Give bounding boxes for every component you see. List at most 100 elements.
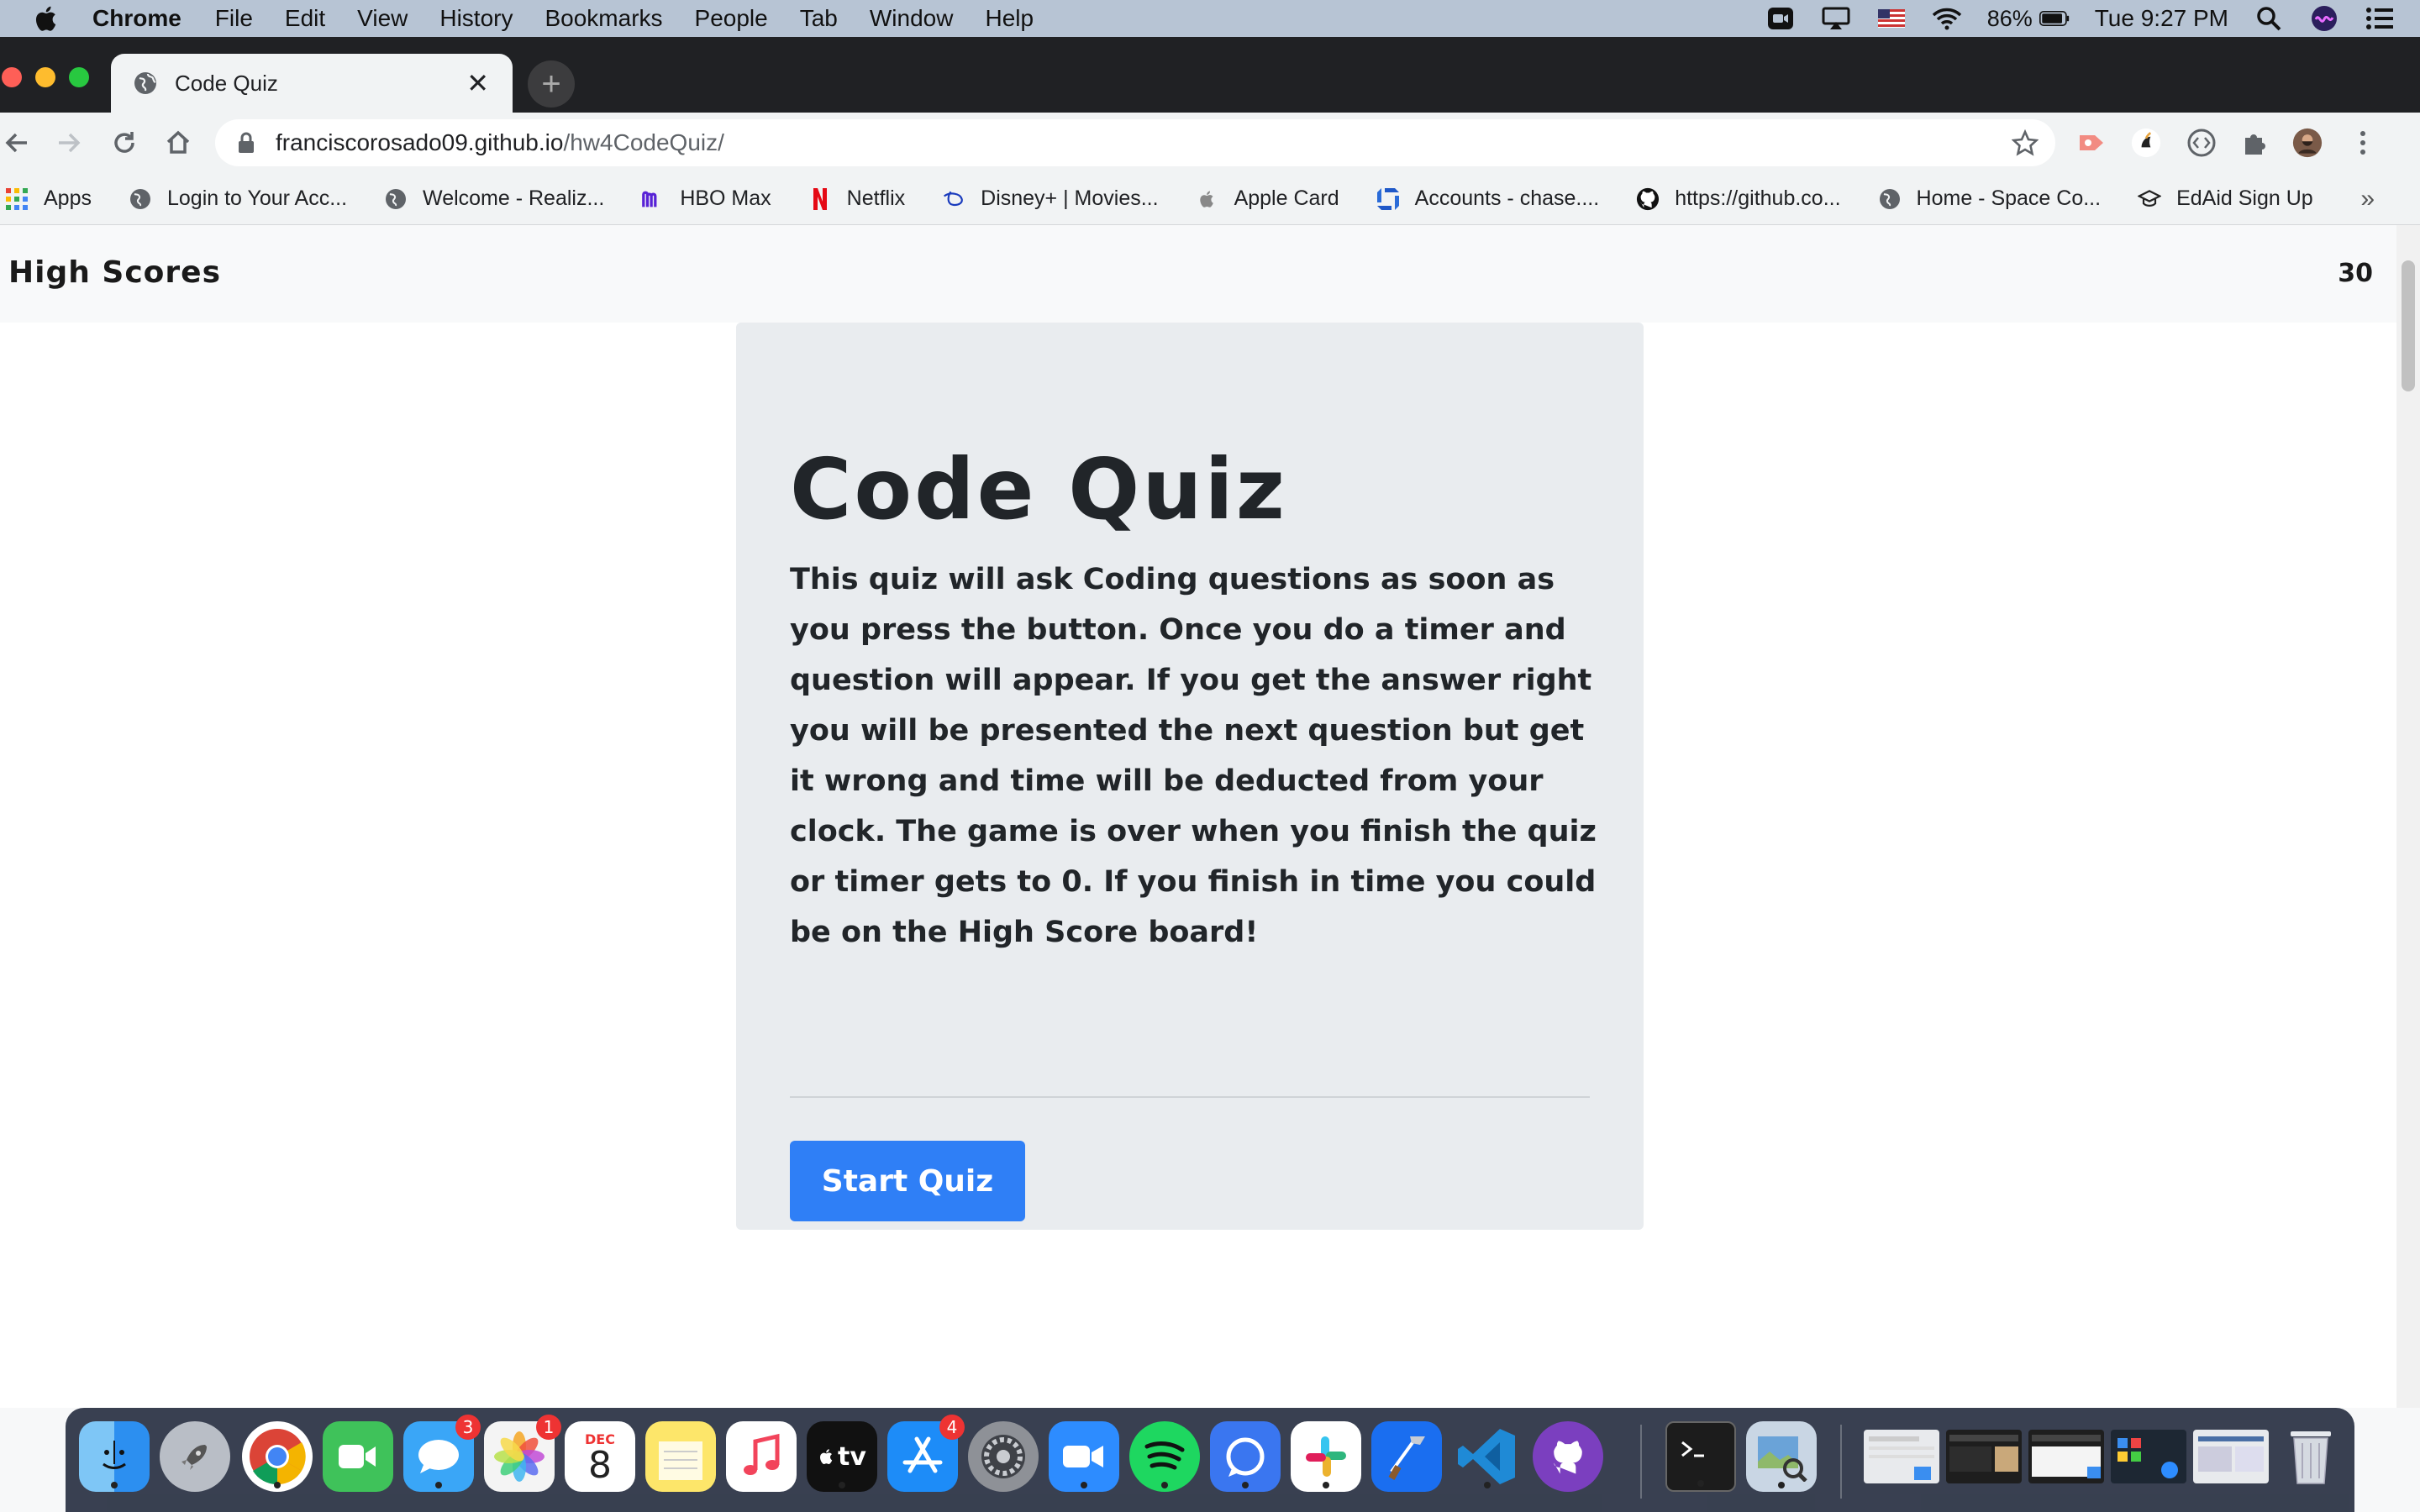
extensions-puzzle-icon[interactable] bbox=[2238, 128, 2269, 158]
vscode-icon[interactable] bbox=[1452, 1421, 1523, 1492]
graduation-cap-icon bbox=[2138, 187, 2162, 211]
battery-icon[interactable] bbox=[2039, 6, 2070, 31]
terminal-icon[interactable] bbox=[1665, 1421, 1736, 1492]
minimized-window-thumbnail[interactable] bbox=[2111, 1430, 2186, 1483]
menu-window[interactable]: Window bbox=[870, 5, 954, 32]
forward-arrow-icon[interactable] bbox=[54, 128, 84, 158]
page-scrollbar[interactable] bbox=[2396, 225, 2420, 1408]
menubar-app-name[interactable]: Chrome bbox=[92, 5, 182, 32]
extension-honey-icon[interactable] bbox=[2131, 128, 2161, 158]
lock-icon[interactable] bbox=[237, 132, 255, 154]
bookmark-github[interactable]: https://github.co... bbox=[1636, 186, 1841, 211]
window-close-button[interactable] bbox=[2, 67, 22, 87]
bookmark-label: Welcome - Realiz... bbox=[423, 186, 605, 210]
back-arrow-icon[interactable] bbox=[2, 128, 32, 158]
running-indicator bbox=[1323, 1482, 1329, 1488]
bookmark-space-co[interactable]: Home - Space Co... bbox=[1878, 186, 2102, 211]
bookmark-chase[interactable]: Accounts - chase.... bbox=[1376, 186, 1600, 211]
launchpad-rocket-icon[interactable] bbox=[160, 1421, 230, 1492]
preview-icon[interactable] bbox=[1746, 1421, 1817, 1492]
spotify-icon[interactable] bbox=[1129, 1421, 1200, 1492]
bookmark-welcome-realiz[interactable]: Welcome - Realiz... bbox=[384, 186, 604, 211]
bookmark-hbo-max[interactable]: HBO Max bbox=[641, 186, 771, 211]
extension-cast-icon[interactable] bbox=[2077, 128, 2107, 158]
wifi-icon[interactable] bbox=[1932, 6, 1962, 31]
minimized-window-thumbnail[interactable] bbox=[1864, 1430, 1939, 1483]
bookmark-disney-plus[interactable]: Disney+ | Movies... bbox=[942, 186, 1159, 211]
bookmark-apple-card[interactable]: Apple Card bbox=[1196, 186, 1339, 211]
menu-file[interactable]: File bbox=[215, 5, 253, 32]
profile-avatar[interactable] bbox=[2292, 128, 2323, 158]
finder-icon[interactable] bbox=[79, 1421, 150, 1492]
bookmark-label: HBO Max bbox=[680, 186, 771, 210]
bookmark-netflix[interactable]: Netflix bbox=[808, 186, 905, 211]
messages-icon[interactable]: 3 bbox=[403, 1415, 481, 1492]
bookmark-login[interactable]: Login to Your Acc... bbox=[129, 186, 347, 211]
photos-icon[interactable]: 1 bbox=[484, 1415, 561, 1492]
system-preferences-gear-icon[interactable] bbox=[968, 1421, 1039, 1492]
menu-bookmarks[interactable]: Bookmarks bbox=[544, 5, 662, 32]
tab-close-icon[interactable]: ✕ bbox=[466, 70, 489, 97]
tab-code-quiz[interactable]: Code Quiz ✕ bbox=[111, 54, 513, 113]
running-indicator bbox=[839, 1482, 845, 1488]
slack-icon[interactable] bbox=[1291, 1421, 1361, 1492]
github-icon bbox=[1636, 187, 1660, 211]
bookmark-label: Accounts - chase.... bbox=[1414, 186, 1600, 210]
facetime-icon[interactable] bbox=[323, 1421, 393, 1492]
bookmark-label: Disney+ | Movies... bbox=[981, 186, 1159, 210]
video-camera-icon[interactable] bbox=[1765, 6, 1796, 31]
netflix-icon bbox=[808, 187, 832, 211]
apple-menu-icon[interactable] bbox=[32, 3, 62, 34]
minimized-window-thumbnail[interactable] bbox=[1946, 1430, 2022, 1483]
minimized-window-thumbnail[interactable] bbox=[2193, 1430, 2269, 1483]
menu-edit[interactable]: Edit bbox=[285, 5, 325, 32]
bookmark-edaid[interactable]: EdAid Sign Up bbox=[2138, 186, 2313, 211]
calendar-icon[interactable]: DEC 8 bbox=[565, 1421, 635, 1492]
menu-tab[interactable]: Tab bbox=[800, 5, 838, 32]
us-flag-icon[interactable] bbox=[1876, 6, 1907, 31]
signal-icon[interactable] bbox=[1210, 1421, 1281, 1492]
appstore-badge: 4 bbox=[939, 1415, 965, 1440]
music-icon[interactable] bbox=[726, 1421, 797, 1492]
notification-center-icon[interactable] bbox=[2365, 6, 2395, 31]
menu-people[interactable]: People bbox=[695, 5, 768, 32]
app-store-icon[interactable]: 4 bbox=[887, 1415, 965, 1492]
chrome-menu-icon[interactable] bbox=[2348, 128, 2378, 158]
home-icon[interactable] bbox=[163, 128, 193, 158]
running-indicator bbox=[274, 1482, 281, 1488]
site-navbar: High Scores 30 bbox=[0, 225, 2396, 323]
new-tab-button[interactable]: + bbox=[528, 60, 575, 108]
bookmark-star-icon[interactable] bbox=[2012, 129, 2039, 156]
dock-separator bbox=[1840, 1425, 1842, 1499]
xcode-hammer-icon[interactable] bbox=[1371, 1421, 1442, 1492]
window-minimize-button[interactable] bbox=[35, 67, 55, 87]
apple-tv-icon[interactable]: tv bbox=[807, 1421, 877, 1492]
extension-code-icon[interactable] bbox=[2186, 128, 2217, 158]
minimized-window-thumbnail[interactable] bbox=[2028, 1430, 2104, 1483]
macos-menubar: Chrome File Edit View History Bookmarks … bbox=[0, 0, 2420, 37]
reload-icon[interactable] bbox=[109, 128, 139, 158]
bookmark-apps[interactable]: Apps bbox=[5, 186, 92, 211]
spotlight-search-icon[interactable] bbox=[2254, 6, 2284, 31]
address-bar[interactable]: franciscorosado09.github.io /hw4CodeQuiz… bbox=[215, 119, 2055, 166]
github-desktop-icon[interactable] bbox=[1533, 1421, 1603, 1492]
start-quiz-button[interactable]: Start Quiz bbox=[790, 1141, 1025, 1221]
menu-history[interactable]: History bbox=[439, 5, 513, 32]
siri-icon[interactable] bbox=[2309, 6, 2339, 31]
window-zoom-button[interactable] bbox=[69, 67, 89, 87]
google-chrome-icon[interactable] bbox=[242, 1421, 313, 1492]
menubar-clock[interactable]: Tue 9:27 PM bbox=[2095, 5, 2228, 32]
notes-icon[interactable] bbox=[645, 1421, 716, 1492]
scrollbar-thumb[interactable] bbox=[2402, 260, 2415, 391]
disney-plus-icon bbox=[942, 187, 965, 211]
bookmark-label: Home - Space Co... bbox=[1916, 186, 2102, 210]
menu-view[interactable]: View bbox=[357, 5, 408, 32]
high-scores-link[interactable]: High Scores bbox=[8, 255, 221, 290]
menu-help[interactable]: Help bbox=[985, 5, 1034, 32]
trash-icon[interactable] bbox=[2275, 1421, 2346, 1492]
globe-icon bbox=[1878, 187, 1902, 211]
zoom-icon[interactable] bbox=[1049, 1421, 1119, 1492]
airplay-icon[interactable] bbox=[1821, 6, 1851, 31]
bookmarks-overflow-chevron-icon[interactable]: » bbox=[2360, 185, 2375, 213]
running-indicator bbox=[1161, 1482, 1168, 1488]
